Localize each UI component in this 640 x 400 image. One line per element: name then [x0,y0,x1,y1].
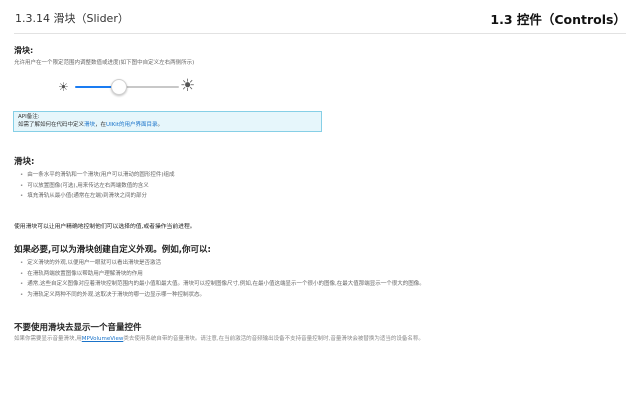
slider-intro-description: 允许用户在一个限定范围内调整数值或进度(如下图中自定义左右两侧所示) [14,60,195,66]
slider-section-list: 由一条水平的滑轨和一个滑块(用户可以滑动的圆形控件)组成 可以放置图像(可选),… [20,170,175,202]
list-item: 为滑轨定义两种不同的外观,这取决于滑块的哪一边显示哪一种控制状态。 [20,290,425,301]
list-item: 填充滑轨从最小值(通常在左端)到滑块之间的部分 [20,191,175,202]
slider-track-empty[interactable] [118,86,179,88]
section-number-title: 1.3.14 滑块（Slider） [15,12,129,25]
slider-link[interactable]: 滑块 [84,122,95,128]
volume-section-title: 不要使用滑块去显示一个音量控件 [14,323,142,333]
slider-thumb[interactable] [110,79,127,95]
mpvolumeview-link[interactable]: MPVolumeView [82,336,124,342]
list-item: 定义滑块的外观,以便用户一眼就可以看出滑块是否激活 [20,258,425,269]
api-note-box: API备注: 如需了解如何在代码中定义滑块，在UIKit的用户界面目录。 [13,111,322,132]
list-item: 由一条水平的滑轨和一个滑块(用户可以滑动的圆形控件)组成 [20,170,174,181]
slider-usage-paragraph: 使用滑块可以让用户精确地控制他们可以选择的值,或者操作当前进程。 [14,224,196,230]
custom-appearance-list: 定义滑块的外观,以便用户一眼就可以看出滑块是否激活 在滑轨两端放置图像以帮助用户… [20,258,425,300]
custom-appearance-title: 如果必要,可以为滑块创建自定义外观。例如,你可以: [14,245,211,255]
chapter-title: 1.3 控件（Controls） [490,12,626,27]
uikit-catalog-link[interactable]: UIKit的用户界面目录 [106,122,157,128]
slider-demo[interactable]: ☀ ☀ [58,76,198,98]
page-header: 1.3.14 滑块（Slider） 1.3 控件（Controls） [0,0,640,36]
api-note-title: API备注: [18,114,40,120]
slider-section-title: 滑块: [14,157,35,167]
volume-section-text: 如果你需要显示音量滑块,用MPVolumeView类去使用系统自带的音量滑块。请… [14,336,424,342]
sun-small-icon: ☀ [58,80,69,94]
list-item: 通常,这些自定义图像对应着滑块控制范围内的最小值和最大值。滑块可以控制图像尺寸,… [20,279,425,290]
list-item: 可以放置图像(可选),用来传达左右两端数值的含义 [20,181,175,192]
slider-intro-title: 滑块: [14,46,34,55]
api-note-text: 如需了解如何在代码中定义滑块，在UIKit的用户界面目录。 [18,121,164,128]
sun-large-icon: ☀ [180,76,196,96]
list-item: 在滑轨两端放置图像以帮助用户理解滑块的作用 [20,269,425,280]
header-divider [14,33,626,34]
